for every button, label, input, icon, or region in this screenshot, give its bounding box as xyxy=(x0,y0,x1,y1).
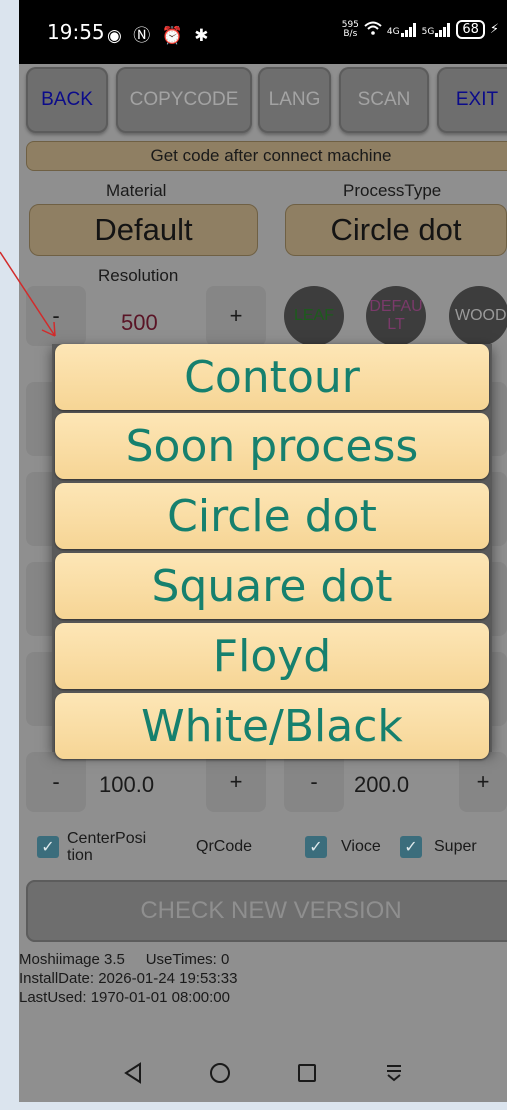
info-last-used: LastUsed: 1970-01-01 08:00:00 xyxy=(19,989,230,1006)
copycode-button[interactable]: COPYCODE xyxy=(116,67,252,133)
wood-preset-button[interactable]: WOOD xyxy=(449,286,507,346)
scan-button[interactable]: SCAN xyxy=(339,67,429,133)
option-contour[interactable]: Contour xyxy=(55,344,489,410)
status-right-group: 595 B/s 4G 5G 68 ⚡ xyxy=(342,20,499,39)
offset-x-value[interactable]: 100.0 xyxy=(99,772,154,798)
signal-4g-icon: 4G xyxy=(386,22,417,37)
qrcode-label[interactable]: QrCode xyxy=(196,838,252,855)
system-nav-bar xyxy=(19,1044,507,1102)
vioce-label: Vioce xyxy=(341,838,381,855)
signal-4g-label: 4G xyxy=(386,26,400,37)
offset-y-plus-button[interactable]: + xyxy=(459,752,507,812)
process-type-label: ProcessType xyxy=(343,181,442,200)
charging-icon: ⚡ xyxy=(489,22,499,37)
center-position-label: CenterPosi tion xyxy=(67,830,147,864)
home-circle-icon[interactable] xyxy=(200,1053,240,1093)
vioce-checkbox[interactable]: ✓ xyxy=(305,836,327,858)
app-content: BACK COPYCODE LANG SCAN EXIT Get code af… xyxy=(19,64,507,1102)
process-type-dropdown: Contour Soon process Circle dot Square d… xyxy=(52,344,492,759)
signal-5g-icon: 5G xyxy=(421,22,452,37)
option-white-black[interactable]: White/Black xyxy=(55,693,489,759)
wifi-icon xyxy=(364,21,382,39)
center-position-checkbox[interactable]: ✓ xyxy=(37,836,59,858)
recents-square-icon[interactable] xyxy=(287,1053,327,1093)
offset-x-plus-button[interactable]: + xyxy=(206,752,266,812)
net-speed: 595 B/s xyxy=(342,20,359,39)
net-speed-unit: B/s xyxy=(343,28,358,39)
back-button[interactable]: BACK xyxy=(26,67,108,133)
status-time: 19:55 xyxy=(47,20,105,44)
check-new-version-button[interactable]: CHECK NEW VERSION xyxy=(26,880,507,942)
default-preset-button[interactable]: DEFAU LT xyxy=(366,286,426,346)
annotation-arrow-icon xyxy=(0,251,56,337)
offset-y-minus-button[interactable]: - xyxy=(284,752,344,812)
process-type-select[interactable]: Circle dot xyxy=(285,204,507,256)
options-row: ✓ CenterPosi tion QrCode ✓ Vioce ✓ Super xyxy=(19,830,507,886)
option-circle-dot[interactable]: Circle dot xyxy=(55,483,489,549)
option-soon-process[interactable]: Soon process xyxy=(55,413,489,479)
status-notification-icons: ◉ Ⓝ ⏰ ✱ xyxy=(107,26,212,46)
info-install-date: InstallDate: 2026-01-24 19:53:33 xyxy=(19,970,238,987)
offset-x-minus-button[interactable]: - xyxy=(26,752,86,812)
info-version-usetimes: Moshiimage 3.5 UseTimes: 0 xyxy=(19,951,230,968)
offset-y-value[interactable]: 200.0 xyxy=(354,772,409,798)
resolution-plus-button[interactable]: + xyxy=(206,286,266,346)
option-square-dot[interactable]: Square dot xyxy=(55,553,489,619)
status-bar: 19:55 ◉ Ⓝ ⏰ ✱ 595 B/s 4G 5G 68 ⚡ xyxy=(19,0,507,64)
app-info: Moshiimage 3.5 UseTimes: 0 InstallDate: 2… xyxy=(19,950,238,1007)
resolution-value[interactable]: 500 xyxy=(121,310,158,336)
leaf-preset-button[interactable]: LEAF xyxy=(284,286,344,346)
phone-screen: 19:55 ◉ Ⓝ ⏰ ✱ 595 B/s 4G 5G 68 ⚡ BACK CO… xyxy=(19,0,507,1102)
super-checkbox[interactable]: ✓ xyxy=(400,836,422,858)
material-label: Material xyxy=(106,181,167,200)
back-triangle-icon[interactable] xyxy=(113,1053,153,1093)
option-floyd[interactable]: Floyd xyxy=(55,623,489,689)
lang-button[interactable]: LANG xyxy=(258,67,331,133)
connect-notice: Get code after connect machine xyxy=(26,141,507,171)
exit-button[interactable]: EXIT xyxy=(437,67,507,133)
battery-icon: 68 xyxy=(456,20,485,39)
notification-pulldown-icon[interactable] xyxy=(374,1053,414,1093)
resolution-label: Resolution xyxy=(98,266,179,285)
signal-5g-label: 5G xyxy=(421,26,435,37)
super-label: Super xyxy=(434,838,477,855)
